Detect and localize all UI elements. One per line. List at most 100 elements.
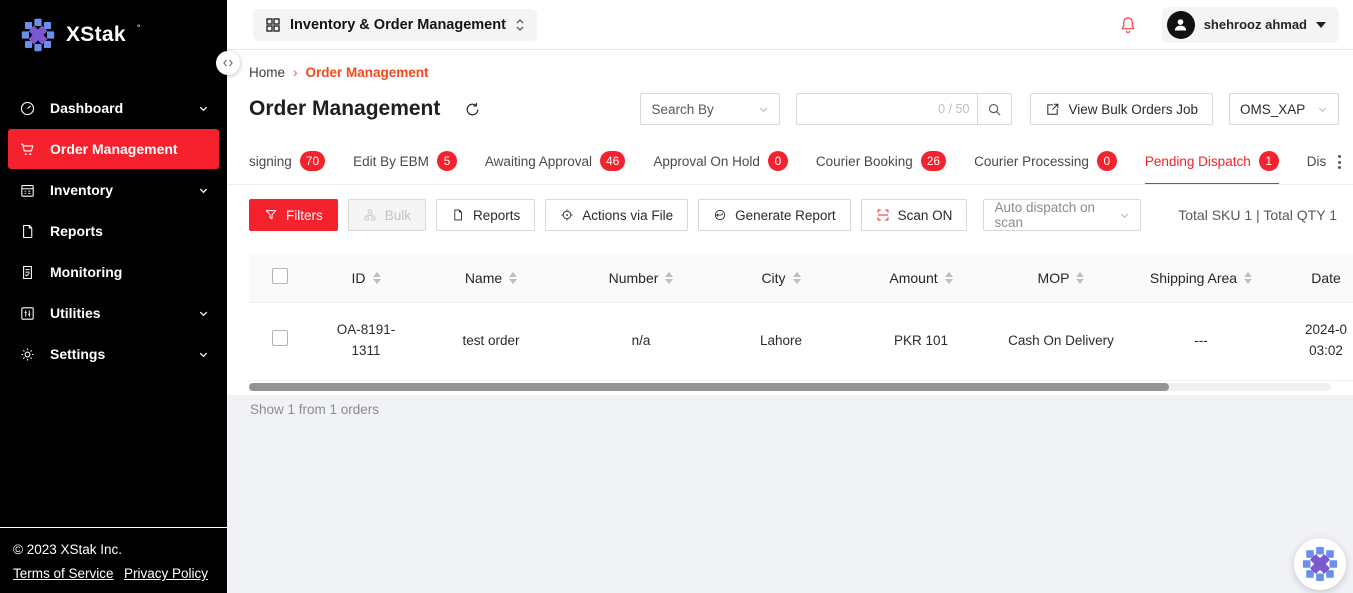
column-header-city[interactable]: City [721,254,841,302]
column-header-name[interactable]: Name [421,254,561,302]
generate-report-button[interactable]: Generate Report [698,199,851,231]
avatar [1167,11,1195,39]
refresh-icon[interactable] [464,101,481,118]
actions-via-file-button[interactable]: Actions via File [545,199,688,231]
grid-icon [265,17,281,33]
tab-approval-on-hold[interactable]: Approval On Hold 0 [653,140,788,184]
aim-icon [560,208,574,222]
file-icon [451,208,465,222]
xstak-logo-icon [1301,545,1339,583]
sidebar-item-label: Order Management [50,141,178,157]
oms-select-value: OMS_XAP [1240,102,1305,117]
tab-courier-processing[interactable]: Courier Processing 0 [974,140,1117,184]
sidebar-item-monitoring[interactable]: Monitoring [8,252,219,292]
main-content: Home › Order Management Order Management… [227,50,1353,593]
oms-select[interactable]: OMS_XAP [1229,93,1339,125]
table-row: OA-8191-1311 test order n/a Lahore PKR 1… [249,302,1353,380]
sorter-icon [1076,272,1084,284]
tab-label: Approval On Hold [653,154,760,169]
chat-widget-button[interactable] [1294,538,1346,590]
sidebar-item-inventory[interactable]: Inventory [8,170,219,210]
tab-label: signing [249,154,292,169]
reports-button[interactable]: Reports [436,199,535,231]
sidebar-collapse-toggle[interactable] [216,51,240,75]
tab-label: Dispatched Orders [1307,154,1326,169]
sidebar: XStak° Dashboard Order Management Invent… [0,0,227,593]
search-counter: 0 / 50 [932,102,969,116]
breadcrumb-home[interactable]: Home [249,65,285,80]
tab-courier-booking[interactable]: Courier Booking 26 [816,140,946,184]
search-by-value: Search By [651,102,713,117]
sidebar-item-settings[interactable]: Settings [8,334,219,374]
workspace-label: Inventory & Order Management [290,17,506,33]
reports-icon [18,223,36,240]
sidebar-item-label: Dashboard [50,100,123,116]
bulk-button[interactable]: Bulk [348,199,426,231]
sidebar-item-label: Reports [50,223,103,239]
sidebar-item-label: Inventory [50,182,113,198]
dashboard-icon [18,100,36,117]
auto-dispatch-value: Auto dispatch on scan [994,200,1119,230]
tab-pending-dispatch[interactable]: Pending Dispatch 1 [1145,140,1279,184]
page-title: Order Management [249,97,440,121]
tab-signing[interactable]: signing 70 [249,140,325,184]
tab-count-badge: 46 [600,151,625,171]
sorter-icon [373,272,381,284]
brand-logo[interactable]: XStak° [0,0,227,61]
column-header-id[interactable]: ID [311,254,421,302]
filter-icon [264,208,278,222]
search-by-select[interactable]: Search By [640,93,780,125]
tab-count-badge: 1 [1259,151,1279,171]
sidebar-item-utilities[interactable]: Utilities [8,293,219,333]
tab-count-badge: 70 [300,151,325,171]
cell-name: test order [421,302,561,380]
copyright: © 2023 XStak Inc. [13,542,214,557]
tab-dispatched-orders[interactable]: Dispatched Orders [1307,140,1326,184]
filters-button[interactable]: Filters [249,199,338,231]
table-header-row: ID Name Number City Amount MOP Shipping … [249,254,1353,302]
generate-report-label: Generate Report [735,208,836,223]
chevron-down-icon [198,185,209,196]
row-checkbox[interactable] [272,330,288,346]
search-icon [987,102,1002,117]
tab-label: Awaiting Approval [485,154,592,169]
sidebar-item-reports[interactable]: Reports [8,211,219,251]
cell-order-id: OA-8191-1311 [311,302,421,380]
more-tabs-icon[interactable] [1326,151,1343,173]
terms-link[interactable]: Terms of Service [13,566,114,581]
tab-awaiting-approval[interactable]: Awaiting Approval 46 [485,140,625,184]
cell-number: n/a [561,302,721,380]
horizontal-scrollbar-thumb[interactable] [249,383,1169,391]
column-header-mop[interactable]: MOP [1001,254,1121,302]
notification-bell-icon[interactable] [1118,15,1138,35]
xstak-logo-icon [20,17,56,53]
select-all-checkbox[interactable] [272,268,288,284]
sidebar-item-dashboard[interactable]: Dashboard [8,88,219,128]
search-button[interactable] [978,93,1012,125]
sidebar-menu: Dashboard Order Management Inventory [0,87,227,527]
auto-dispatch-select[interactable]: Auto dispatch on scan [983,199,1141,231]
view-bulk-orders-label: View Bulk Orders Job [1068,102,1198,117]
breadcrumb: Home › Order Management [227,50,1353,80]
column-header-amount[interactable]: Amount [841,254,1001,302]
tab-edit-by-ebm[interactable]: Edit By EBM 5 [353,140,457,184]
scan-on-button[interactable]: Scan ON [861,199,968,231]
reports-label: Reports [473,208,520,223]
results-summary: Show 1 from 1 orders [250,402,1353,417]
workspace-selector[interactable]: Inventory & Order Management [253,9,537,41]
sorter-icon [665,272,673,284]
totals-summary: Total SKU 1 | Total QTY 1 [1178,207,1337,223]
user-menu[interactable]: shehrooz ahmad [1162,7,1339,43]
sidebar-item-label: Monitoring [50,264,122,280]
sidebar-item-order-management[interactable]: Order Management [8,129,219,169]
view-bulk-orders-button[interactable]: View Bulk Orders Job [1030,93,1213,125]
monitoring-icon [18,264,36,281]
sorter-icon [793,272,801,284]
search-input[interactable] [805,101,932,118]
column-header-shipping-area[interactable]: Shipping Area [1121,254,1281,302]
column-header-number[interactable]: Number [561,254,721,302]
privacy-link[interactable]: Privacy Policy [124,566,208,581]
cart-icon [18,141,36,158]
sorter-icon [1244,272,1252,284]
column-header-date[interactable]: Date [1281,254,1353,302]
